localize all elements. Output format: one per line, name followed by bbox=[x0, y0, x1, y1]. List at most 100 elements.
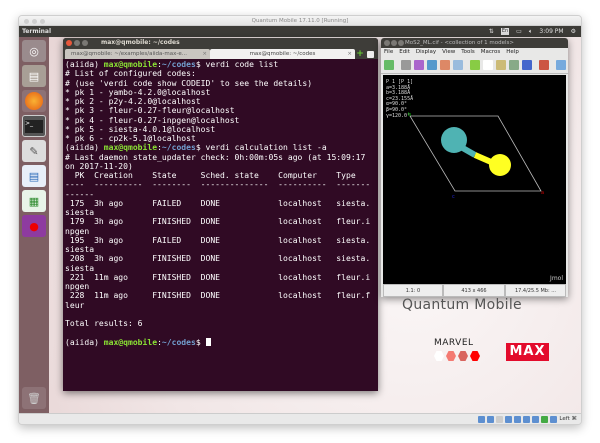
pdb-icon[interactable] bbox=[427, 60, 437, 70]
output-line: # Last daemon state_updater check: 0h:00… bbox=[65, 152, 366, 162]
tab-menu-icon[interactable] bbox=[367, 51, 374, 58]
zoom-icon[interactable] bbox=[509, 60, 519, 70]
maximize-icon[interactable] bbox=[82, 40, 88, 46]
menu-macros[interactable]: Macros bbox=[481, 48, 501, 57]
optical-icon[interactable] bbox=[487, 415, 495, 423]
storage-icon[interactable] bbox=[478, 415, 486, 423]
terminal-output[interactable]: (aiida) max@qmobile:~/codes$ verdi code … bbox=[63, 59, 378, 348]
output-line: # List of configured codes: bbox=[65, 69, 196, 79]
vbox-statusbar: Left ⌘ bbox=[19, 413, 581, 424]
prompt-line: (aiida) max@qmobile:~/codes$ verdi code … bbox=[65, 60, 376, 69]
menu-display[interactable]: Display bbox=[416, 48, 436, 57]
home-icon[interactable] bbox=[539, 60, 549, 70]
usb-icon[interactable] bbox=[514, 415, 522, 423]
prompt-dollar: $ bbox=[195, 337, 206, 347]
prompt-env: (aiida) bbox=[65, 143, 104, 153]
close-tab-icon[interactable]: × bbox=[202, 49, 207, 59]
tab-codes[interactable]: max@qmobile: ~/codes × bbox=[210, 49, 355, 59]
terminal-window[interactable]: max@qmobile: ~/codes max@qmobile: ~/exam… bbox=[63, 38, 378, 391]
prompt-dollar: $ bbox=[195, 60, 206, 69]
audio-icon[interactable] bbox=[496, 415, 504, 423]
trash-icon[interactable]: 🗑︎ bbox=[22, 387, 46, 409]
axis-b-label: b bbox=[408, 112, 411, 118]
menu-help[interactable]: Help bbox=[506, 48, 519, 57]
network-icon[interactable] bbox=[505, 415, 513, 423]
desktop: ◎ ▤ >_ ✎ ▤ ▦ ● 🗑︎ max@qmobile: ~/codes m… bbox=[19, 37, 581, 413]
launcher: ◎ ▤ >_ ✎ ▤ ▦ ● 🗑︎ bbox=[19, 37, 49, 413]
window-controls[interactable] bbox=[24, 18, 45, 24]
virtualbox-window: Quantum Mobile 17.11.0 [Running] Termina… bbox=[18, 15, 582, 425]
minimize-icon[interactable] bbox=[391, 40, 397, 46]
output-line: * pk 6 - cp2k-5.1@localhost bbox=[65, 134, 196, 143]
tab-examples[interactable]: max@qmobile: ~/examples/aiida-max-e... × bbox=[65, 49, 210, 59]
jmol-statusbar: 1.1: 0 413 x 466 17.4/25.5 Mb: ... bbox=[383, 284, 566, 297]
jmol-window[interactable]: MoS2_ML.cif - <collection of 1 models> F… bbox=[381, 38, 568, 297]
text-editor-icon[interactable]: ✎ bbox=[22, 140, 46, 162]
script-icon[interactable] bbox=[401, 60, 411, 70]
max-logo: MAX bbox=[506, 343, 549, 361]
firefox-icon[interactable] bbox=[22, 90, 46, 112]
output-line: Total results: 6 bbox=[65, 319, 143, 328]
files-icon[interactable]: ▤ bbox=[22, 65, 46, 87]
minimize-icon[interactable] bbox=[32, 18, 37, 24]
hexagon-icon bbox=[458, 351, 468, 361]
output-line: siesta bbox=[65, 245, 95, 254]
shared-folder-icon[interactable] bbox=[523, 415, 531, 423]
close-icon[interactable] bbox=[24, 18, 29, 24]
display-icon[interactable] bbox=[532, 415, 540, 423]
capture-icon[interactable] bbox=[541, 415, 549, 423]
print-icon[interactable] bbox=[453, 60, 463, 70]
calc-icon[interactable]: ▦ bbox=[22, 190, 46, 212]
command: verdi calculation list -a bbox=[205, 143, 327, 153]
writer-icon[interactable]: ▤ bbox=[22, 165, 46, 187]
output-line: npgen bbox=[65, 226, 90, 236]
back-icon[interactable] bbox=[556, 60, 566, 70]
host-key: Left ⌘ bbox=[559, 416, 577, 422]
pick-icon[interactable] bbox=[483, 60, 493, 70]
close-icon[interactable] bbox=[66, 40, 72, 46]
battery-icon[interactable]: ▭ bbox=[516, 26, 522, 37]
menu-view[interactable]: View bbox=[442, 48, 455, 57]
jmol-icon[interactable]: ● bbox=[22, 215, 46, 237]
menu-tools[interactable]: Tools bbox=[461, 48, 475, 57]
surface-icon[interactable] bbox=[414, 60, 424, 70]
rotate-icon[interactable] bbox=[470, 60, 480, 70]
zoom-icon[interactable] bbox=[40, 18, 45, 24]
prompt-dollar: $ bbox=[195, 143, 206, 153]
mouse-icon[interactable] bbox=[550, 415, 558, 423]
ubuntu-dash-icon[interactable]: ◎ bbox=[22, 40, 46, 62]
prompt-line: (aiida) max@qmobile:~/codes$ bbox=[65, 337, 376, 347]
close-tab-icon[interactable]: × bbox=[347, 49, 352, 59]
network-icon[interactable]: ⇅ bbox=[489, 26, 494, 37]
prompt-env: (aiida) bbox=[65, 60, 104, 69]
prompt-user: max@qmobile bbox=[103, 337, 158, 347]
jmol-menubar: File Edit Display View Tools Macros Help bbox=[381, 48, 568, 57]
gear-icon[interactable]: ⚙ bbox=[571, 26, 576, 37]
new-tab-icon[interactable]: + bbox=[355, 49, 365, 59]
jmol-logo: Jmol bbox=[550, 275, 563, 282]
clock[interactable]: 3:09 PM bbox=[539, 26, 563, 37]
export-icon[interactable] bbox=[440, 60, 450, 70]
keyboard-indicator[interactable]: En bbox=[500, 28, 510, 35]
maximize-icon[interactable] bbox=[398, 40, 404, 46]
output-line: ---- ---------- -------- -------------- … bbox=[65, 180, 371, 190]
open-icon[interactable] bbox=[384, 60, 394, 70]
status-frame: 1.1: 0 bbox=[383, 284, 443, 297]
ubuntu-top-panel: Terminal ⇅ En ▭ 🔈︎ 3:09 PM ⚙ bbox=[19, 26, 581, 37]
s-atom bbox=[489, 154, 511, 176]
jmol-toolbar bbox=[381, 57, 568, 74]
output-line: * pk 1 - yambo-4.2.0@localhost bbox=[65, 87, 211, 97]
terminal-icon[interactable]: >_ bbox=[22, 115, 46, 137]
hexagon-icon bbox=[470, 351, 480, 361]
close-icon[interactable] bbox=[384, 40, 390, 46]
axes-icon[interactable] bbox=[522, 60, 532, 70]
output-line: * pk 3 - fleur-0.27-fleur@localhost bbox=[65, 106, 235, 116]
status-memory: 17.4/25.5 Mb: ... bbox=[505, 284, 566, 297]
minimize-icon[interactable] bbox=[74, 40, 80, 46]
menu-file[interactable]: File bbox=[384, 48, 393, 57]
measure-icon[interactable] bbox=[496, 60, 506, 70]
volume-icon[interactable]: 🔈︎ bbox=[529, 26, 533, 37]
menu-edit[interactable]: Edit bbox=[399, 48, 410, 57]
vbox-title: Quantum Mobile 17.11.0 [Running] bbox=[251, 18, 349, 24]
jmol-viewer[interactable]: P 1 [P 1] a=3.188Å b=3.188Å c=23.155Å α=… bbox=[383, 75, 566, 284]
